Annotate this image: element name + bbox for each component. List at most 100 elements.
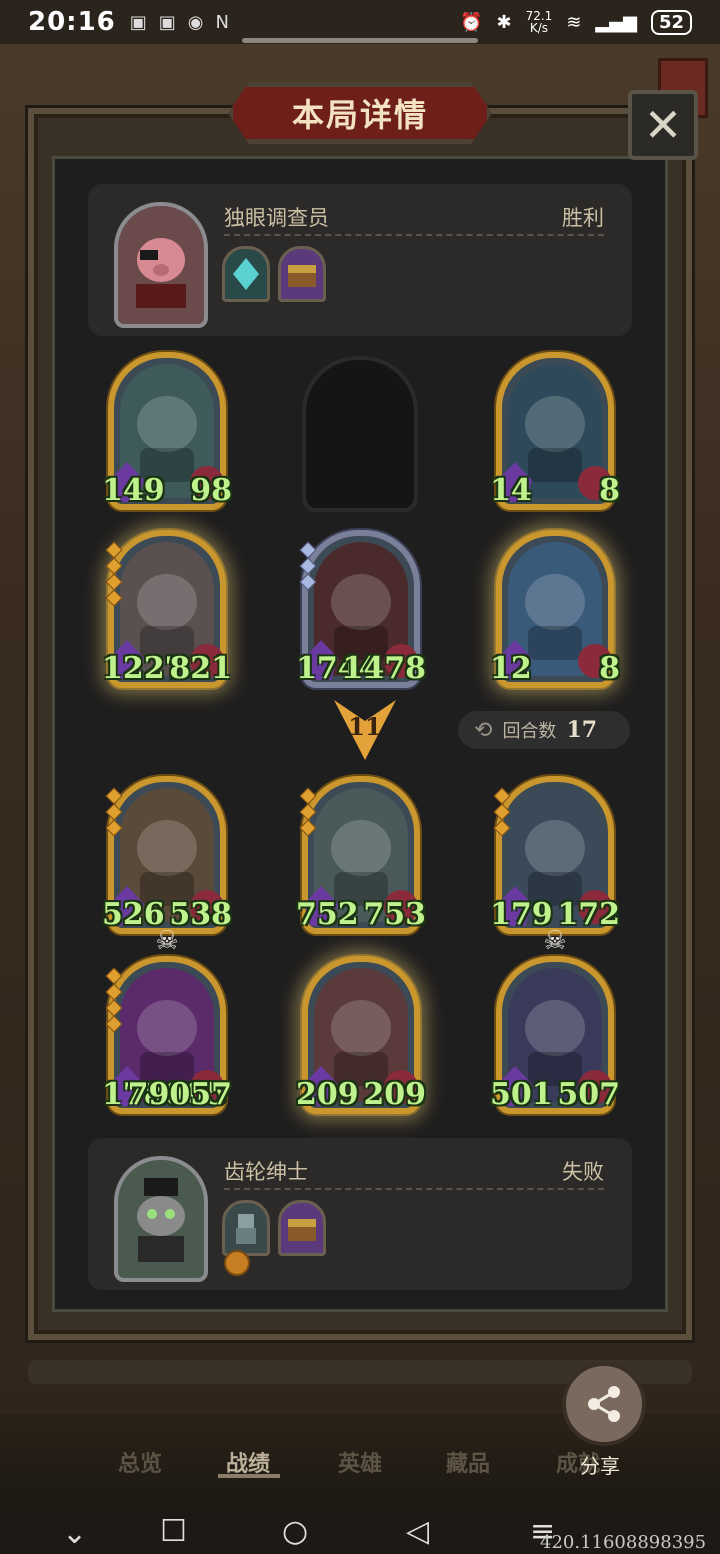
- tier-pip: [105, 557, 123, 575]
- tab-collection[interactable]: 藏品: [446, 1446, 490, 1478]
- health-value: 753: [363, 897, 426, 932]
- player-minion-card[interactable]: 752 753: [296, 776, 426, 934]
- back-icon[interactable]: ◁: [406, 1514, 429, 1549]
- player-minion-card[interactable]: 209 209: [296, 956, 426, 1114]
- winner-result: 胜利: [562, 206, 604, 230]
- health-value: 172: [557, 897, 620, 932]
- attack-count: 11: [348, 712, 382, 741]
- tier-pips: [105, 541, 123, 607]
- share-button[interactable]: [562, 1362, 646, 1446]
- active-tab-indicator: [218, 1474, 280, 1478]
- tier-pip: [105, 803, 123, 821]
- wifi-icon: ≋: [566, 11, 582, 33]
- tier-pip: [299, 557, 317, 575]
- app-icon: ▣: [158, 11, 176, 33]
- treasure-chest-icon[interactable]: [278, 1200, 326, 1256]
- bluetooth-icon: ✱: [496, 11, 512, 33]
- turns-label: 回合数: [502, 721, 557, 742]
- system-icons: ⏰ ✱ 72.1 K/s ≋ ▂▄▆ 52: [460, 9, 692, 35]
- crystal-shard-icon[interactable]: [222, 246, 270, 302]
- attack-value: 501: [490, 1077, 553, 1112]
- opponent-minion-card[interactable]: 149 98: [102, 352, 232, 510]
- tier-pip: [299, 541, 317, 559]
- loser-hero-portrait[interactable]: [114, 1156, 208, 1282]
- net-speed: 72.1 K/s: [526, 10, 553, 34]
- home-icon[interactable]: ○: [282, 1514, 308, 1549]
- opponent-minion-card[interactable]: 14 8: [490, 352, 620, 510]
- chevron-down-icon[interactable]: ⌄: [62, 1516, 87, 1551]
- tier-pips: [299, 541, 317, 591]
- divider: [224, 234, 604, 236]
- tier-pip: [105, 787, 123, 805]
- tier-pip: [299, 803, 317, 821]
- health-value: 98: [190, 473, 232, 508]
- opponent-minion-card[interactable]: 12 8: [490, 530, 620, 688]
- attack-value: 149: [102, 473, 165, 508]
- share-label: 分享: [580, 1454, 620, 1478]
- signal-icon: ▂▄▆: [595, 11, 637, 33]
- attack-value: 12: [490, 651, 532, 686]
- treasure-chest-icon[interactable]: [278, 246, 326, 302]
- turns-value: 17: [566, 717, 598, 743]
- attack-value: 752: [296, 897, 359, 932]
- opponent-minion-card[interactable]: 1227 821: [102, 530, 232, 688]
- opponent-minion-card[interactable]: 1744 1478: [296, 530, 426, 688]
- share-icon: [588, 1386, 620, 1422]
- skull-icon: ☠: [543, 926, 567, 956]
- skull-icon: ☠: [155, 926, 179, 956]
- notification-icons: ▣ ▣ ◉ N: [130, 12, 229, 33]
- tier-pip: [299, 573, 317, 591]
- tier-pip: [299, 819, 317, 837]
- loser-result: 失败: [562, 1160, 604, 1184]
- empty-minion-slot: [302, 356, 418, 512]
- winner-name: 独眼调查员: [224, 206, 329, 230]
- health-value: 8: [599, 651, 620, 686]
- tab-heroes[interactable]: 英雄: [338, 1446, 382, 1478]
- tier-pip: [493, 819, 511, 837]
- player-minion-card[interactable]: 178005 79057: [102, 956, 232, 1114]
- robot-icon[interactable]: [222, 1200, 270, 1256]
- player-minion-card[interactable]: 526 538 ☠: [102, 776, 232, 956]
- tier-pip: [105, 999, 123, 1017]
- pig-pirate-icon: [136, 238, 186, 308]
- divider: [224, 1188, 604, 1190]
- close-button[interactable]: ✕: [628, 90, 698, 160]
- app-icon: ▣: [129, 11, 147, 33]
- winner-hero-portrait[interactable]: [114, 202, 208, 328]
- close-icon: ✕: [643, 98, 683, 152]
- tier-pips: [105, 787, 123, 837]
- loser-panel: 齿轮绅士 失败: [88, 1138, 632, 1290]
- tab-overview[interactable]: 总览: [118, 1446, 162, 1478]
- nfc-icon: N: [215, 11, 229, 33]
- loser-name: 齿轮绅士: [224, 1160, 308, 1184]
- dialog-title-banner: 本局详情: [228, 82, 492, 144]
- tier-pips: [299, 787, 317, 837]
- tier-pips: [493, 787, 511, 837]
- attack-value: 209: [296, 1077, 359, 1112]
- tier-pip: [105, 541, 123, 559]
- attack-value: 14: [490, 473, 532, 508]
- health-value: 8: [599, 473, 620, 508]
- loser-items: [222, 1200, 326, 1256]
- dialog-title: 本局详情: [291, 96, 428, 134]
- watermark: 420.11608898395: [540, 1532, 707, 1553]
- coin-icon: [224, 1250, 250, 1276]
- player-minion-card[interactable]: 179 172 ☠: [490, 776, 620, 956]
- tier-pip: [493, 787, 511, 805]
- tier-pip: [105, 573, 123, 591]
- winner-items: [222, 246, 326, 302]
- turn-counter: ⟲ 回合数 17: [458, 711, 630, 749]
- health-value: 1478: [342, 651, 427, 686]
- tier-pip: [105, 967, 123, 985]
- drag-handle: [242, 38, 478, 43]
- tier-pip: [105, 1015, 123, 1033]
- battery-indicator: 52: [650, 9, 692, 35]
- health-value: 538: [169, 897, 232, 932]
- winner-panel: 独眼调查员 胜利: [88, 184, 632, 336]
- recents-icon[interactable]: ☐: [160, 1514, 187, 1549]
- player-minion-card[interactable]: 501 507: [490, 956, 620, 1114]
- alarm-icon: ⏰: [460, 11, 483, 33]
- tier-pip: [105, 983, 123, 1001]
- tier-pips: [105, 967, 123, 1033]
- gear-gentleman-icon: [137, 1178, 185, 1262]
